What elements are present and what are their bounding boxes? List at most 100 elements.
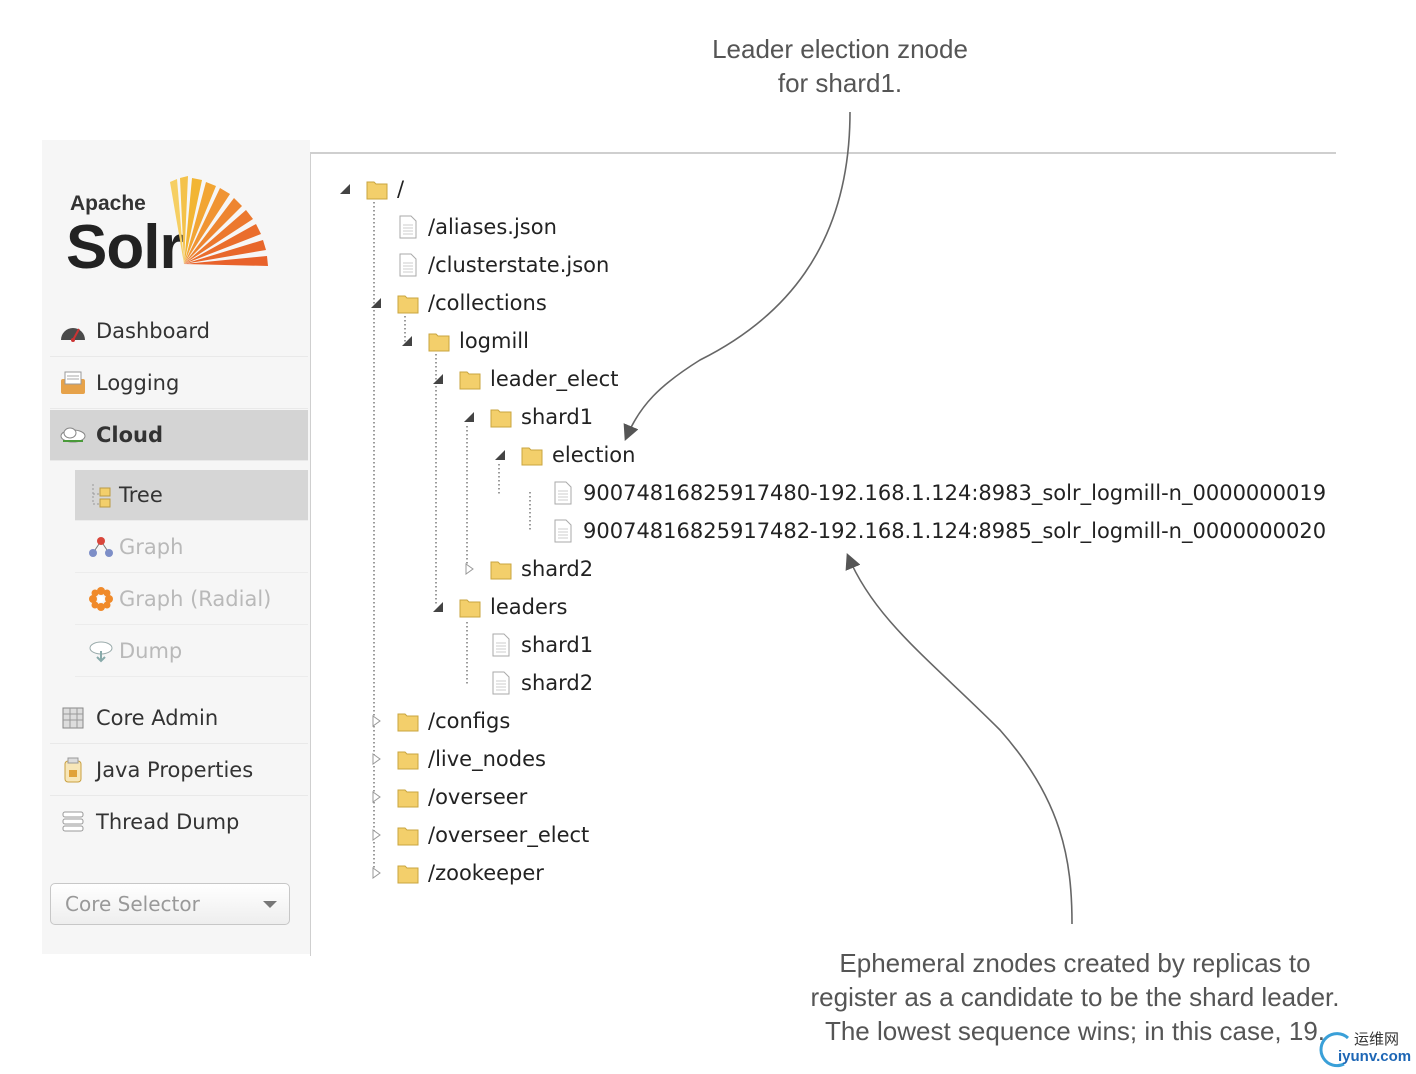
- tree-leaf-connector: [459, 635, 479, 655]
- graph-icon: [87, 533, 115, 561]
- tree-leaf-connector: [459, 673, 479, 693]
- core-selector-dropdown[interactable]: Core Selector: [50, 883, 290, 925]
- folder-icon: [396, 783, 420, 811]
- tree-node-label: leader_elect: [490, 367, 619, 391]
- nav-label: Thread Dump: [96, 810, 240, 834]
- subnav-label: Dump: [119, 639, 183, 663]
- nav-cloud-graph[interactable]: Graph: [75, 522, 308, 573]
- tree-node-label: shard2: [521, 671, 594, 695]
- annotation-line: register as a candidate to be the shard …: [810, 982, 1340, 1012]
- tree-node-election-znode-20[interactable]: 90074816825917482-192.168.1.124:8985_sol…: [521, 515, 1326, 547]
- tree-node-aliases-json[interactable]: /aliases.json: [366, 211, 557, 243]
- tree-node-label: /overseer: [428, 785, 528, 809]
- tree-node-label: /configs: [428, 709, 511, 733]
- core-admin-icon: [58, 703, 88, 733]
- tree-node-label: shard1: [521, 405, 594, 429]
- tree-node-label: shard2: [521, 557, 594, 581]
- nav-label: Java Properties: [96, 758, 254, 782]
- file-icon: [551, 517, 575, 545]
- collapse-toggle-icon[interactable]: [459, 407, 479, 427]
- file-icon: [396, 251, 420, 279]
- logo-solr-text: Solr: [66, 213, 184, 282]
- sidebar: Apache Solr Dashboard Logging Cloud Tree…: [42, 140, 310, 954]
- expand-toggle-icon[interactable]: [366, 749, 386, 769]
- nav-cloud[interactable]: Cloud: [50, 410, 308, 461]
- tree-leaf-connector: [366, 217, 386, 237]
- tree-node-label: /clusterstate.json: [428, 253, 610, 277]
- collapse-toggle-icon[interactable]: [335, 179, 355, 199]
- nav-java-properties[interactable]: Java Properties: [50, 745, 308, 796]
- tree-node-shard2[interactable]: shard2: [459, 553, 593, 585]
- collapse-toggle-icon[interactable]: [490, 445, 510, 465]
- expand-toggle-icon[interactable]: [366, 863, 386, 883]
- tree-node-label: /: [397, 177, 405, 201]
- nav-label: Dashboard: [96, 319, 210, 343]
- collapse-toggle-icon[interactable]: [428, 369, 448, 389]
- file-icon: [551, 479, 575, 507]
- nav-label: Core Admin: [96, 706, 219, 730]
- annotation-line: Ephemeral znodes created by replicas to: [839, 948, 1311, 978]
- tree-node-leader-elect[interactable]: leader_elect: [428, 363, 618, 395]
- annotation-leader-election: Leader election znode for shard1.: [660, 32, 1020, 100]
- tree-node-root[interactable]: /: [335, 173, 404, 205]
- folder-icon: [396, 707, 420, 735]
- tree-leaf-connector: [521, 483, 541, 503]
- tree-node-clusterstate-json[interactable]: /clusterstate.json: [366, 249, 609, 281]
- tree-node-leaders[interactable]: leaders: [428, 591, 567, 623]
- tree-node-zookeeper[interactable]: /zookeeper: [366, 857, 544, 889]
- nav-label: Logging: [96, 371, 180, 395]
- tree-node-label: /overseer_elect: [428, 823, 590, 847]
- collapse-toggle-icon[interactable]: [397, 331, 417, 351]
- tree-node-shard1[interactable]: shard1: [459, 401, 593, 433]
- folder-icon: [427, 327, 451, 355]
- expand-toggle-icon[interactable]: [459, 559, 479, 579]
- graph-radial-icon: [87, 585, 115, 613]
- collapse-toggle-icon[interactable]: [366, 293, 386, 313]
- tree-node-label: shard1: [521, 633, 594, 657]
- nav-logging[interactable]: Logging: [50, 358, 308, 409]
- nav-core-admin[interactable]: Core Admin: [50, 693, 308, 744]
- tree-node-label: election: [552, 443, 636, 467]
- expand-toggle-icon[interactable]: [366, 825, 386, 845]
- nav-cloud-graph-radial[interactable]: Graph (Radial): [75, 574, 308, 625]
- tree-node-label: 90074816825917482-192.168.1.124:8985_sol…: [583, 519, 1327, 543]
- tree-node-configs[interactable]: /configs: [366, 705, 510, 737]
- nav-thread-dump[interactable]: Thread Dump: [50, 797, 308, 847]
- watermark-cn-text: 运维网: [1354, 1030, 1400, 1048]
- tree-node-leaders-shard2[interactable]: shard2: [459, 667, 593, 699]
- folder-icon: [489, 403, 513, 431]
- cloud-icon: [58, 420, 88, 450]
- tree-leaf-connector: [521, 521, 541, 541]
- tree-node-election[interactable]: election: [490, 439, 635, 471]
- folder-icon: [489, 555, 513, 583]
- tree-node-logmill[interactable]: logmill: [397, 325, 529, 357]
- folder-icon: [458, 365, 482, 393]
- file-icon: [396, 213, 420, 241]
- expand-toggle-icon[interactable]: [366, 711, 386, 731]
- tree-node-election-znode-19[interactable]: 90074816825917480-192.168.1.124:8983_sol…: [521, 477, 1326, 509]
- folder-icon: [396, 289, 420, 317]
- tree-node-label: 90074816825917480-192.168.1.124:8983_sol…: [583, 481, 1327, 505]
- tree-node-overseer[interactable]: /overseer: [366, 781, 527, 813]
- solr-sun-icon: [170, 176, 268, 266]
- tree-node-collections[interactable]: /collections: [366, 287, 547, 319]
- nav-cloud-tree[interactable]: Tree: [75, 470, 308, 521]
- subnav-label: Graph (Radial): [119, 587, 272, 611]
- tree-panel: / /aliases.json /clusterstate.json /coll…: [310, 152, 1336, 956]
- solr-logo[interactable]: Apache Solr: [66, 168, 290, 288]
- tree-node-leaders-shard1[interactable]: shard1: [459, 629, 593, 661]
- watermark-en-text: iyunv.com: [1338, 1048, 1412, 1065]
- file-icon: [489, 669, 513, 697]
- thread-dump-icon: [58, 807, 88, 837]
- folder-icon: [396, 745, 420, 773]
- expand-toggle-icon[interactable]: [366, 787, 386, 807]
- nav-dashboard[interactable]: Dashboard: [50, 306, 308, 357]
- nav-label: Cloud: [96, 423, 164, 447]
- core-selector-label: Core Selector: [65, 892, 200, 916]
- folder-icon: [396, 859, 420, 887]
- collapse-toggle-icon[interactable]: [428, 597, 448, 617]
- tree-node-live-nodes[interactable]: /live_nodes: [366, 743, 546, 775]
- tree-node-overseer-elect[interactable]: /overseer_elect: [366, 819, 589, 851]
- tree-node-label: /aliases.json: [428, 215, 557, 239]
- nav-cloud-dump[interactable]: Dump: [75, 626, 308, 677]
